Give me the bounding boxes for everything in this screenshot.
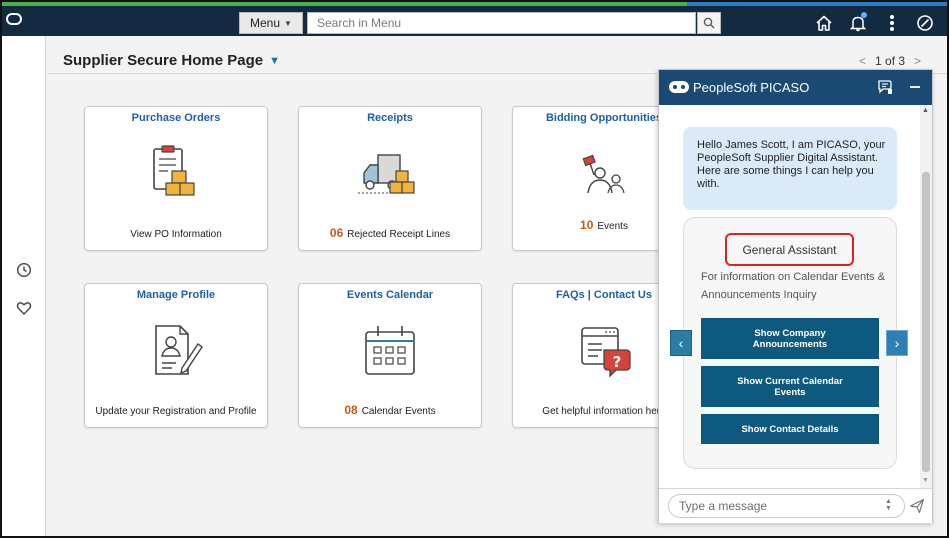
profile-edit-icon <box>155 325 203 375</box>
chevron-left-icon[interactable]: < <box>859 54 866 68</box>
chat-input-bar: ▲▼ <box>659 488 932 523</box>
caret-down-icon: ▼ <box>269 54 280 67</box>
compass-icon <box>917 15 933 31</box>
bidding-icon <box>582 154 625 194</box>
chat-title: PeopleSoft PICASO <box>693 80 810 95</box>
tile-footer: View PO Information <box>85 229 267 240</box>
tile-title: Purchase Orders <box>131 112 221 124</box>
left-rail <box>2 36 46 536</box>
home-button[interactable] <box>813 12 835 34</box>
tile-title: Manage Profile <box>136 289 216 301</box>
tile-count: 10 <box>580 218 594 232</box>
page-title[interactable]: Supplier Secure Home Page ▼ <box>63 52 280 69</box>
tile-footer: Update your Registration and Profile <box>85 406 267 417</box>
scroll-thumb[interactable] <box>922 172 930 472</box>
chat-conversation[interactable]: Hello James Scott, I am PICASO, your Peo… <box>659 105 932 488</box>
search-button[interactable] <box>697 12 721 34</box>
tile-title: Receipts <box>367 112 413 124</box>
tile-purchase-orders[interactable]: Purchase Orders View PO Information <box>84 106 268 251</box>
carousel-prev-button[interactable]: ‹ <box>670 330 692 356</box>
tile-receipts[interactable]: Receipts 06 Rejected Receipt Lines <box>298 106 482 251</box>
tile-footer-text: Events <box>597 221 628 232</box>
chatbot-logo-icon <box>669 81 689 93</box>
tile-footer-text: Rejected Receipt Lines <box>347 229 451 240</box>
recent-button[interactable] <box>15 261 33 279</box>
send-icon[interactable] <box>909 498 925 514</box>
tile-footer-text: Calendar Events <box>361 406 436 417</box>
kebab-menu-icon <box>890 15 894 31</box>
carousel-next-button[interactable]: › <box>886 330 908 356</box>
assistant-card: General Assistant For information on Cal… <box>683 217 897 469</box>
app-window: Menu ▼ Supplier Secure Home <box>0 0 949 538</box>
notifications-button[interactable] <box>847 12 869 34</box>
menu-button[interactable]: Menu ▼ <box>239 12 303 34</box>
tile-count: 08 <box>344 403 358 417</box>
show-contact-details-button[interactable]: Show Contact Details <box>701 414 879 444</box>
page-pager: < 1 of 3 > <box>859 54 921 68</box>
chat-scrollbar[interactable]: ▲ ▼ <box>920 105 932 488</box>
tile-footer-text: Get helpful information here <box>542 406 666 417</box>
scroll-down-icon[interactable]: ▼ <box>922 477 929 484</box>
svg-text:?: ? <box>613 353 622 371</box>
tile-footer: 08 Calendar Events <box>299 403 481 417</box>
home-icon <box>816 15 832 31</box>
navbar-button[interactable] <box>914 12 936 34</box>
chat-panel: PeopleSoft PICASO Hello James Scott, I a… <box>658 69 933 523</box>
calendar-icon <box>365 326 415 375</box>
input-spinner-icon[interactable]: ▲ ▼ <box>885 498 892 512</box>
message-input[interactable] <box>668 494 905 518</box>
oracle-logo-icon[interactable] <box>6 13 22 25</box>
tile-footer-text: Update your Registration and Profile <box>95 406 257 417</box>
tile-footer-text: View PO Information <box>130 229 222 240</box>
faq-chat-icon: ? <box>581 327 631 378</box>
pager-text: 1 of 3 <box>875 54 906 68</box>
search-icon <box>703 17 715 29</box>
card-info: For information on Calendar Events & Ann… <box>701 271 886 301</box>
actions-menu-button[interactable] <box>881 12 903 34</box>
chat-bubble-icon <box>878 80 892 94</box>
heart-icon <box>16 302 32 315</box>
scroll-up-icon[interactable]: ▲ <box>922 107 929 114</box>
chat-options-button[interactable] <box>876 78 894 96</box>
search-input[interactable] <box>307 12 696 34</box>
accent-strip <box>687 2 947 6</box>
chevron-right-icon[interactable]: > <box>914 54 921 68</box>
tile-title: Events Calendar <box>346 289 434 301</box>
chat-minimize-button[interactable] <box>906 78 924 96</box>
tile-footer: 06 Rejected Receipt Lines <box>299 226 481 240</box>
notification-dot <box>861 12 867 18</box>
clock-icon <box>16 262 32 278</box>
tile-count: 06 <box>329 226 344 240</box>
assistant-message: Hello James Scott, I am PICASO, your Peo… <box>683 127 897 210</box>
menu-button-label: Menu <box>250 16 281 30</box>
clipboard-boxes-icon <box>153 145 195 196</box>
top-navigation-bar: Menu ▼ <box>2 2 947 36</box>
favorites-button[interactable] <box>15 299 33 317</box>
chevron-left-icon: ‹ <box>678 335 684 351</box>
tile-events-calendar[interactable]: Events Calendar 08 Calendar Events <box>298 283 482 428</box>
tile-manage-profile[interactable]: Manage Profile Update your Registration … <box>84 283 268 428</box>
show-current-calendar-events-button[interactable]: Show Current Calendar Events <box>701 366 879 407</box>
delivery-truck-icon <box>358 154 415 194</box>
minimize-icon <box>910 86 920 88</box>
chevron-right-icon: › <box>894 335 900 351</box>
chevron-down-icon: ▼ <box>284 18 292 28</box>
page-title-text: Supplier Secure Home Page <box>63 52 264 69</box>
card-title: General Assistant <box>725 233 854 266</box>
show-company-announcements-button[interactable]: Show Company Announcements <box>701 318 879 359</box>
chat-header: PeopleSoft PICASO <box>659 70 932 105</box>
